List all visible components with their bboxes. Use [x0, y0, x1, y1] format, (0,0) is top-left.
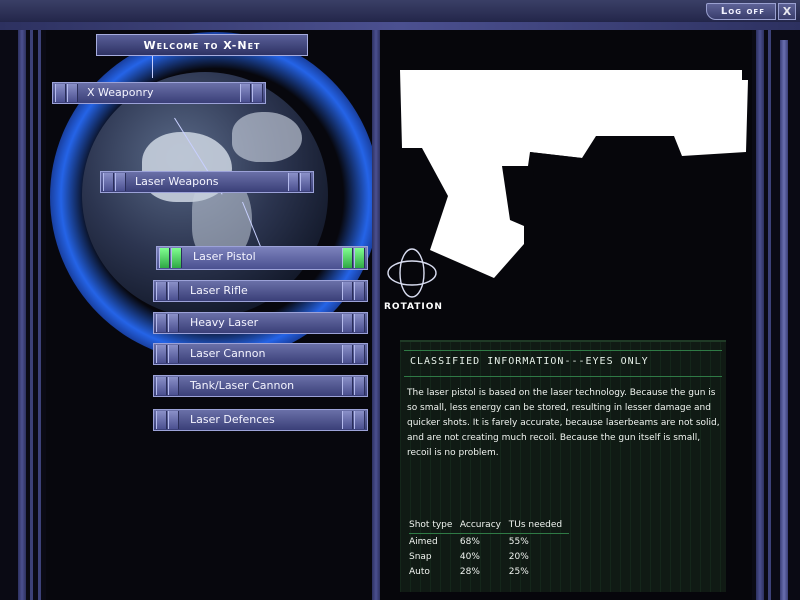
- button-cap: [156, 377, 167, 395]
- tus: 20%: [508, 552, 529, 562]
- button-cap: [168, 282, 179, 300]
- button-cap: [342, 248, 353, 268]
- frame-rail: [18, 22, 26, 600]
- nav-subcategory-label: Laser Weapons: [135, 175, 219, 188]
- button-cap: [115, 173, 126, 191]
- stats-row: Auto 28% 25%: [409, 565, 569, 580]
- button-cap: [342, 411, 353, 429]
- button-cap: [67, 84, 78, 102]
- button-cap: [300, 173, 311, 191]
- frame-rail: [768, 22, 771, 600]
- weapon-item-laser-defences[interactable]: Laser Defences: [153, 409, 368, 431]
- button-cap: [354, 411, 365, 429]
- button-cap: [156, 411, 167, 429]
- button-cap: [354, 248, 365, 268]
- weapon-item-label: Laser Pistol: [193, 250, 256, 263]
- nav-category-label: X Weaponry: [87, 86, 154, 99]
- nav-category-button[interactable]: X Weaponry: [52, 82, 266, 104]
- button-cap: [354, 345, 365, 363]
- button-cap: [156, 314, 167, 332]
- stats-row: Aimed 68% 55%: [409, 535, 569, 550]
- accuracy: 40%: [459, 552, 480, 562]
- button-cap: [288, 173, 299, 191]
- button-cap: [354, 314, 365, 332]
- title-bar: [0, 0, 800, 23]
- button-cap: [156, 282, 167, 300]
- weapon-item-label: Laser Cannon: [190, 347, 266, 360]
- shot-type: Aimed: [409, 537, 438, 547]
- frame-rail: [0, 22, 800, 30]
- frame-rail: [38, 22, 41, 600]
- connector-line: [152, 56, 153, 78]
- close-button[interactable]: X: [778, 3, 796, 20]
- accuracy: 68%: [459, 537, 480, 547]
- rotation-label: ROTATION: [384, 302, 443, 312]
- button-cap: [342, 377, 353, 395]
- divider: [404, 376, 722, 377]
- weapon-item-label: Tank/Laser Cannon: [190, 379, 295, 392]
- logoff-button[interactable]: Log off: [705, 3, 776, 20]
- accuracy: 28%: [459, 567, 480, 577]
- button-cap: [168, 345, 179, 363]
- weapon-item-laser-cannon[interactable]: Laser Cannon: [153, 343, 368, 365]
- weapon-item-heavy-laser[interactable]: Heavy Laser: [153, 312, 368, 334]
- button-cap: [342, 314, 353, 332]
- frame-rail: [756, 22, 764, 600]
- weapon-item-label: Laser Defences: [190, 413, 275, 426]
- tus: 25%: [508, 567, 529, 577]
- info-title: CLASSIFIED INFORMATION---EYES ONLY: [410, 356, 649, 367]
- continent: [232, 112, 302, 162]
- weapon-item-label: Heavy Laser: [190, 316, 259, 329]
- rotation-control-icon[interactable]: [384, 245, 440, 301]
- stats-table: Shot type Accuracy TUs needed Aimed 68% …: [409, 518, 569, 580]
- weapon-item-tank-laser-cannon[interactable]: Tank/Laser Cannon: [153, 375, 368, 397]
- button-cap: [171, 248, 182, 268]
- info-description: The laser pistol is based on the laser t…: [407, 388, 720, 458]
- button-cap: [55, 84, 66, 102]
- button-cap: [103, 173, 114, 191]
- accuracy-header: Accuracy: [459, 520, 501, 530]
- shot-type: Auto: [409, 567, 430, 577]
- button-cap: [354, 377, 365, 395]
- tus-header: TUs needed: [508, 520, 563, 530]
- button-cap: [252, 84, 263, 102]
- classified-info-panel: CLASSIFIED INFORMATION---EYES ONLY The l…: [400, 340, 726, 592]
- stats-header-row: Shot type Accuracy TUs needed: [409, 518, 569, 533]
- button-cap: [159, 248, 170, 268]
- button-cap: [342, 282, 353, 300]
- tus: 55%: [508, 537, 529, 547]
- shot-type: Snap: [409, 552, 432, 562]
- weapon-item-laser-pistol[interactable]: Laser Pistol: [156, 246, 368, 270]
- nav-subcategory-button[interactable]: Laser Weapons: [100, 171, 314, 193]
- weapon-item-label: Laser Rifle: [190, 284, 248, 297]
- divider: [409, 533, 569, 534]
- frame-rail: [372, 22, 380, 600]
- shot-type-header: Shot type: [409, 520, 453, 530]
- scrollbar[interactable]: [780, 40, 788, 600]
- frame-rail: [30, 22, 33, 600]
- button-cap: [342, 345, 353, 363]
- stats-row: Snap 40% 20%: [409, 550, 569, 565]
- button-cap: [168, 411, 179, 429]
- button-cap: [168, 377, 179, 395]
- divider: [404, 350, 722, 351]
- weapon-item-laser-rifle[interactable]: Laser Rifle: [153, 280, 368, 302]
- welcome-banner: Welcome to X-Net: [96, 34, 308, 56]
- button-cap: [156, 345, 167, 363]
- button-cap: [354, 282, 365, 300]
- button-cap: [240, 84, 251, 102]
- button-cap: [168, 314, 179, 332]
